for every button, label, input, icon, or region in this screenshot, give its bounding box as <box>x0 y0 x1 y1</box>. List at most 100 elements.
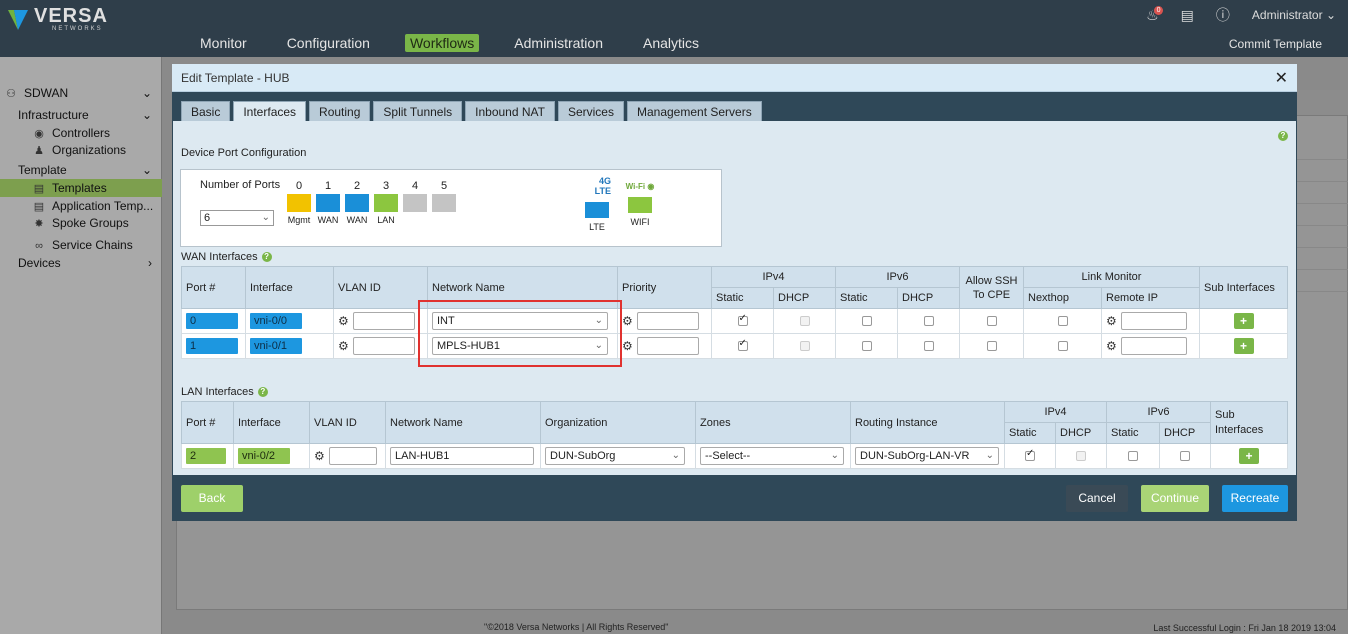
number-of-ports-label: Number of Ports <box>200 179 281 191</box>
close-icon[interactable]: ✕ <box>1275 68 1288 88</box>
cancel-button[interactable]: Cancel <box>1066 485 1128 512</box>
interface-field[interactable]: vni-0/2 <box>238 448 290 464</box>
ethernet-port-icon <box>432 194 456 212</box>
tab-inbound-nat[interactable]: Inbound NAT <box>465 101 555 121</box>
help-icon[interactable]: ? <box>261 252 272 263</box>
vlan-id-input[interactable] <box>352 312 415 330</box>
vlan-id-input[interactable] <box>328 447 377 465</box>
nav-configuration[interactable]: Configuration <box>282 34 375 52</box>
lte-port[interactable]: 4G LTE LTE <box>583 176 611 232</box>
allow-ssh-checkbox[interactable] <box>986 341 997 352</box>
info-icon[interactable]: ⓘ <box>1216 5 1230 25</box>
interface-field[interactable]: vni-0/1 <box>250 338 302 354</box>
recreate-button[interactable]: Recreate <box>1222 485 1288 512</box>
tab-basic[interactable]: Basic <box>181 101 231 121</box>
port-number-field[interactable]: 1 <box>186 338 238 354</box>
top-bar: VERSA NETWORKS Monitor Configuration Wor… <box>0 0 1348 57</box>
sidebar-item-devices[interactable]: Devices › <box>0 254 162 272</box>
wifi-port[interactable]: Wi-Fi ◉ WIFI <box>625 182 655 227</box>
port-2[interactable]: 2 WAN <box>344 180 370 225</box>
chain-icon: ∞ <box>35 240 43 252</box>
port-3[interactable]: 3 LAN <box>373 180 399 225</box>
interface-field[interactable]: vni-0/0 <box>250 313 302 329</box>
port-number-field[interactable]: 2 <box>186 448 226 464</box>
sidebar-item-service-chains[interactable]: ∞ Service Chains <box>0 236 162 254</box>
tab-management-servers[interactable]: Management Servers <box>626 101 762 121</box>
commit-template-link[interactable]: Commit Template <box>1229 37 1322 51</box>
vlan-id-input[interactable] <box>352 337 415 355</box>
add-sub-interface-button[interactable]: + <box>1233 338 1254 354</box>
ipv4-dhcp-checkbox[interactable] <box>799 316 810 327</box>
nav-monitor[interactable]: Monitor <box>195 34 252 52</box>
sidebar-item-spoke-groups[interactable]: ✸ Spoke Groups <box>0 214 162 232</box>
nexthop-checkbox[interactable] <box>1057 316 1068 327</box>
port-label: Mgmt <box>287 215 311 225</box>
ipv6-dhcp-checkbox[interactable] <box>923 316 934 327</box>
ipv6-static-checkbox[interactable] <box>1128 451 1138 462</box>
ipv4-static-checkbox[interactable] <box>737 338 748 352</box>
sidebar-item-application-templates[interactable]: ▤ Application Temp... <box>0 197 162 215</box>
col-interface: Interface <box>245 266 334 309</box>
port-4[interactable]: 4 <box>402 180 428 215</box>
gear-icon[interactable]: ⚙ <box>1106 339 1117 353</box>
network-name-input[interactable]: LAN-HUB1 <box>390 447 534 465</box>
help-icon[interactable]: ? <box>1278 131 1288 141</box>
sidebar-item-controllers[interactable]: ◉ Controllers <box>0 124 162 142</box>
number-of-ports-select[interactable]: 6 ⌄ <box>200 210 274 226</box>
port-number: 1 <box>324 180 332 192</box>
ipv4-dhcp-checkbox[interactable] <box>799 341 810 352</box>
ipv6-static-checkbox[interactable] <box>861 341 872 352</box>
allow-ssh-checkbox[interactable] <box>986 316 997 327</box>
versa-logo[interactable]: VERSA NETWORKS <box>6 6 108 32</box>
ipv6-dhcp-checkbox[interactable] <box>1180 451 1190 462</box>
gear-icon[interactable]: ⚙ <box>314 449 325 463</box>
organization-select[interactable]: DUN-SubOrg ⌄ <box>545 447 685 465</box>
tab-split-tunnels[interactable]: Split Tunnels <box>373 101 463 121</box>
priority-input[interactable] <box>636 337 699 355</box>
nav-analytics[interactable]: Analytics <box>638 34 704 52</box>
add-sub-interface-button[interactable]: + <box>1239 448 1259 464</box>
col-priority: Priority <box>617 266 712 309</box>
remote-ip-input[interactable] <box>1120 337 1187 355</box>
port-number-field[interactable]: 0 <box>186 313 238 329</box>
sidebar-item-template[interactable]: Template ⌄ <box>0 161 162 179</box>
sidebar-item-templates[interactable]: ▤ Templates <box>0 179 162 197</box>
lan-interfaces-title: LAN Interfaces? <box>181 386 268 398</box>
gear-icon[interactable]: ⚙ <box>622 314 633 328</box>
tab-interfaces[interactable]: Interfaces <box>233 101 307 121</box>
gear-icon[interactable]: ⚙ <box>1106 314 1117 328</box>
gear-icon[interactable]: ⚙ <box>338 339 349 353</box>
port-number: 4 <box>411 180 419 192</box>
nav-workflows[interactable]: Workflows <box>404 34 480 52</box>
continue-button[interactable]: Continue <box>1141 485 1209 512</box>
bell-icon[interactable]: ♨ 0 <box>1146 5 1164 24</box>
add-sub-interface-button[interactable]: + <box>1233 313 1254 329</box>
nexthop-checkbox[interactable] <box>1057 341 1068 352</box>
ipv6-dhcp-checkbox[interactable] <box>923 341 934 352</box>
wifi-port-icon <box>628 197 652 213</box>
gear-icon[interactable]: ⚙ <box>622 339 633 353</box>
priority-input[interactable] <box>636 312 699 330</box>
port-0[interactable]: 0 Mgmt <box>286 180 312 225</box>
user-menu[interactable]: Administrator ⌄ <box>1252 8 1336 22</box>
routing-instance-select[interactable]: DUN-SubOrg-LAN-VR ⌄ <box>855 447 999 465</box>
ipv4-static-checkbox[interactable] <box>1025 448 1035 462</box>
remote-ip-input[interactable] <box>1120 312 1187 330</box>
task-list-icon[interactable]: ▤ <box>1181 7 1194 24</box>
sidebar-item-infrastructure[interactable]: Infrastructure ⌄ <box>0 106 162 124</box>
ipv4-static-checkbox[interactable] <box>737 313 748 327</box>
gear-icon[interactable]: ⚙ <box>338 314 349 328</box>
sidebar-item-organizations[interactable]: ♟ Organizations <box>0 141 162 159</box>
tab-routing[interactable]: Routing <box>309 101 371 121</box>
ipv6-static-checkbox[interactable] <box>861 316 872 327</box>
help-icon[interactable]: ? <box>257 387 268 398</box>
sidebar-item-sdwan[interactable]: ⚇ SDWAN ⌄ <box>0 84 162 102</box>
back-button[interactable]: Back <box>181 485 243 512</box>
port-5[interactable]: 5 <box>431 180 457 215</box>
nav-administration[interactable]: Administration <box>509 34 608 52</box>
port-1[interactable]: 1 WAN <box>315 180 341 225</box>
device-port-config-title: Device Port Configuration <box>181 147 307 159</box>
ipv4-dhcp-checkbox[interactable] <box>1076 451 1086 462</box>
tab-services[interactable]: Services <box>557 101 624 121</box>
zones-select[interactable]: --Select-- ⌄ <box>700 447 844 465</box>
